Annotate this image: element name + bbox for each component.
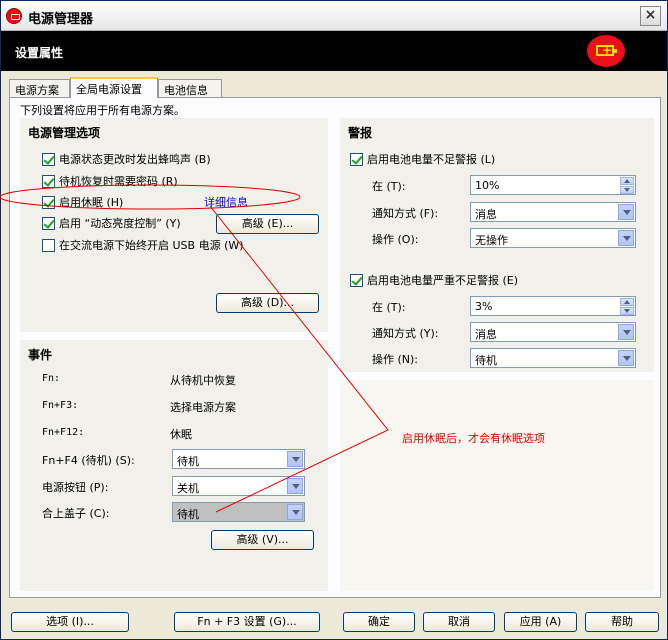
tab-panel: 下列设置将应用于所有电源方案。 电源管理选项 电源状态更改时发出蜂鸣声 (B) … xyxy=(9,97,661,598)
advanced-d-button[interactable]: 高级 (D)... xyxy=(216,293,319,313)
close-button[interactable]: × xyxy=(640,6,661,26)
advanced-v-button[interactable]: 高级 (V)... xyxy=(211,530,314,550)
title-bar: 电源管理器 × xyxy=(1,1,667,31)
hibernate-label: 启用休眠 (H) xyxy=(59,196,124,209)
critical-alarm-checkbox[interactable] xyxy=(350,273,363,287)
low-notify-label: 通知方式 (F): xyxy=(372,207,439,220)
fnf12-value: 休眠 xyxy=(170,428,192,441)
cancel-button[interactable]: 取消 xyxy=(423,612,495,632)
critical-at-value: 3% xyxy=(475,300,493,313)
brightness-label: 启用 “动态亮度控制” (Y) xyxy=(59,217,181,230)
low-action-label: 操作 (O): xyxy=(372,233,419,246)
brightness-checkbox-row[interactable]: 启用 “动态亮度控制” (Y) xyxy=(42,215,181,231)
help-button[interactable]: 帮助 xyxy=(585,612,659,632)
critical-alarm-checkbox-row[interactable]: 启用电池电量严重不足警报 (E) xyxy=(350,272,518,288)
details-link[interactable]: 详细信息 xyxy=(204,194,248,210)
chevron-down-icon[interactable] xyxy=(287,451,303,467)
power-button-label: 电源按钮 (P): xyxy=(42,481,109,494)
fnf3-settings-button[interactable]: Fn + F3 设置 (G)... xyxy=(174,612,320,632)
critical-notify-label: 通知方式 (Y): xyxy=(372,327,439,340)
fn-value: 从待机中恢复 xyxy=(170,374,236,387)
password-label: 待机恢复时需要密码 (R) xyxy=(59,175,178,188)
empty-panel-area xyxy=(340,380,654,591)
critical-notify-value: 消息 xyxy=(475,328,497,341)
fn-label: Fn: xyxy=(42,373,61,384)
critical-notify-select[interactable]: 消息 xyxy=(470,322,636,342)
power-button-select[interactable]: 关机 xyxy=(172,476,305,496)
spin-down-icon[interactable] xyxy=(620,307,634,315)
spin-up-icon[interactable] xyxy=(620,298,634,306)
alarms-group: 警报 启用电池电量不足警报 (L) 在 (T): 10% 通知方式 (F): 消… xyxy=(340,118,654,372)
critical-action-select[interactable]: 待机 xyxy=(470,348,636,368)
brightness-checkbox[interactable] xyxy=(42,216,55,230)
low-alarm-checkbox[interactable] xyxy=(350,152,363,166)
hibernate-checkbox[interactable] xyxy=(42,195,55,209)
lid-label: 合上盖子 (C): xyxy=(42,507,110,520)
events-title: 事件 xyxy=(28,348,53,362)
low-at-label: 在 (T): xyxy=(372,180,406,193)
fnf3-value: 选择电源方案 xyxy=(170,401,236,414)
beep-label: 电源状态更改时发出蜂鸣声 (B) xyxy=(59,153,211,166)
chevron-down-icon[interactable] xyxy=(618,324,634,340)
beep-checkbox[interactable] xyxy=(42,152,55,166)
low-at-value: 10% xyxy=(475,179,500,192)
power-button-value: 关机 xyxy=(177,482,199,495)
critical-action-value: 待机 xyxy=(475,354,497,367)
events-group: 事件 Fn: 从待机中恢复 Fn+F3: 选择电源方案 Fn+F12: 休眠 F… xyxy=(20,340,328,591)
fnf12-label: Fn+F12: xyxy=(42,427,85,438)
low-action-select[interactable]: 无操作 xyxy=(470,228,636,248)
password-checkbox-row[interactable]: 待机恢复时需要密码 (R) xyxy=(42,173,178,189)
fnf3-label: Fn+F3: xyxy=(42,400,79,411)
power-manager-window: 电源管理器 × 设置属性 + 电源方案 全局电源设置 电池信息 下列设置将应用于… xyxy=(0,0,668,640)
critical-alarm-label: 启用电池电量严重不足警报 (E) xyxy=(367,274,519,287)
beep-checkbox-row[interactable]: 电源状态更改时发出蜂鸣声 (B) xyxy=(42,151,211,167)
lid-value: 待机 xyxy=(177,508,199,521)
critical-at-spinner[interactable]: 3% xyxy=(470,296,636,316)
low-notify-select[interactable]: 消息 xyxy=(470,202,636,222)
options-button[interactable]: 选项 (I)... xyxy=(11,612,129,632)
tab-power-schemes[interactable]: 电源方案 xyxy=(9,79,70,97)
low-alarm-checkbox-row[interactable]: 启用电池电量不足警报 (L) xyxy=(350,151,495,167)
lid-select[interactable]: 待机 xyxy=(172,502,305,522)
password-checkbox[interactable] xyxy=(42,174,55,188)
hibernate-checkbox-row[interactable]: 启用休眠 (H) xyxy=(42,194,123,210)
advanced-e-button[interactable]: 高级 (E)... xyxy=(216,214,319,234)
low-notify-value: 消息 xyxy=(475,208,497,221)
spin-up-icon[interactable] xyxy=(620,177,634,185)
chevron-down-icon[interactable] xyxy=(287,478,303,494)
usb-checkbox-row[interactable]: 在交流电源下始终开启 USB 电源 (W) xyxy=(42,237,244,253)
window-title: 电源管理器 xyxy=(28,12,94,27)
fnf4-select[interactable]: 待机 xyxy=(172,449,305,469)
chevron-down-icon[interactable] xyxy=(618,350,634,366)
low-alarm-label: 启用电池电量不足警报 (L) xyxy=(367,153,496,166)
usb-label: 在交流电源下始终开启 USB 电源 (W) xyxy=(59,239,244,252)
power-options-group: 电源管理选项 电源状态更改时发出蜂鸣声 (B) 待机恢复时需要密码 (R) 启用… xyxy=(20,118,328,332)
critical-action-label: 操作 (N): xyxy=(372,353,419,366)
ok-button[interactable]: 确定 xyxy=(343,612,415,632)
alarms-title: 警报 xyxy=(348,126,373,140)
tab-battery-info[interactable]: 电池信息 xyxy=(158,79,222,97)
tab-global-settings[interactable]: 全局电源设置 xyxy=(70,77,158,98)
power-manager-icon xyxy=(6,8,22,24)
header-banner: 设置属性 xyxy=(1,31,667,71)
power-options-title: 电源管理选项 xyxy=(28,126,101,140)
critical-at-label: 在 (T): xyxy=(372,301,406,314)
chevron-down-icon[interactable] xyxy=(287,504,303,520)
spin-down-icon[interactable] xyxy=(620,186,634,194)
intro-text: 下列设置将应用于所有电源方案。 xyxy=(20,104,185,117)
low-at-spinner[interactable]: 10% xyxy=(470,175,636,195)
fnf4-value: 待机 xyxy=(177,455,199,468)
apply-button[interactable]: 应用 (A) xyxy=(504,612,577,632)
battery-charging-icon: + xyxy=(587,35,625,67)
low-action-value: 无操作 xyxy=(475,234,508,247)
page-title: 设置属性 xyxy=(15,46,64,60)
annotation-text: 启用休眠后，才会有休眠选项 xyxy=(402,432,545,445)
fnf4-label: Fn+F4 (待机) (S): xyxy=(42,454,135,467)
chevron-down-icon[interactable] xyxy=(618,230,634,246)
chevron-down-icon[interactable] xyxy=(618,204,634,220)
usb-checkbox[interactable] xyxy=(42,238,55,252)
